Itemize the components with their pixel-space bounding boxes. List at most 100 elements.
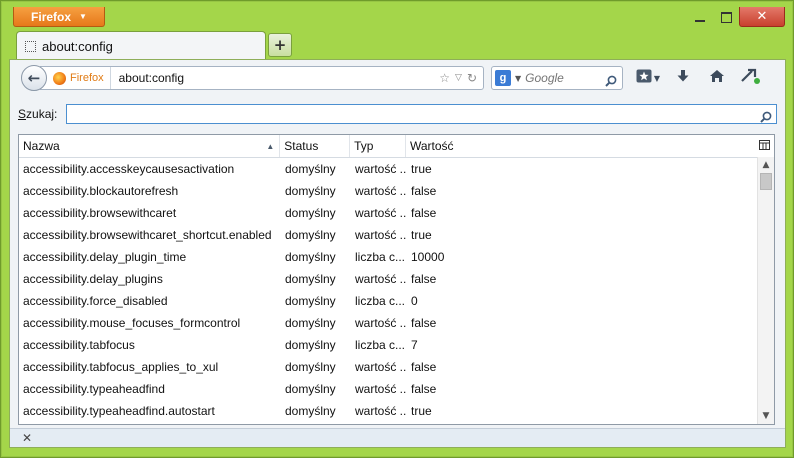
- firefox-menu-button[interactable]: Firefox ▼: [13, 7, 105, 27]
- home-icon: [709, 69, 725, 87]
- maximize-button[interactable]: [713, 7, 739, 27]
- cell-value: false: [411, 184, 437, 198]
- cell-status: domyślny: [285, 382, 336, 396]
- cell-type: wartość ...: [355, 184, 407, 198]
- search-input[interactable]: [525, 71, 596, 85]
- column-header-type[interactable]: Typ: [350, 135, 406, 157]
- cell-status: domyślny: [285, 228, 336, 242]
- filter-field[interactable]: [66, 104, 777, 127]
- home-button[interactable]: [700, 66, 734, 90]
- history-dropdown-icon[interactable]: ▽: [455, 73, 462, 83]
- cell-type: wartość ...: [355, 360, 407, 374]
- table-row[interactable]: accessibility.blockautorefresh domyślny wa…: [19, 180, 774, 202]
- url-text[interactable]: about:config: [111, 71, 440, 85]
- close-icon[interactable]: ✕: [22, 431, 32, 445]
- cell-status: domyślny: [285, 184, 336, 198]
- cell-type: wartość ...: [355, 162, 407, 176]
- table-row[interactable]: accessibility.tabfocus_applies_to_xul dom…: [19, 356, 774, 378]
- cell-value: true: [411, 162, 432, 176]
- vertical-scrollbar[interactable]: ▲ ▼: [757, 157, 774, 424]
- preferences-table[interactable]: Nazwa ▲ Status Typ Wartość accessibility…: [18, 134, 775, 425]
- table-row[interactable]: accessibility.accesskeycausesactivation d…: [19, 158, 774, 180]
- back-button[interactable]: ←: [21, 65, 47, 91]
- table-row[interactable]: accessibility.tabfocus domyślny liczba c..…: [19, 334, 774, 356]
- filter-label: Szukaj:: [18, 107, 58, 121]
- table-row[interactable]: accessibility.delay_plugin_time domyślny l…: [19, 246, 774, 268]
- cell-value: false: [411, 272, 437, 286]
- sort-ascending-icon: ▲: [266, 141, 275, 151]
- magnifier-icon[interactable]: [760, 108, 772, 127]
- cell-value: 0: [411, 294, 418, 308]
- scrollbar-thumb[interactable]: [760, 173, 772, 190]
- minimize-icon: [695, 20, 705, 22]
- chevron-down-icon[interactable]: ▼: [515, 74, 521, 83]
- identity-label: Firefox: [70, 72, 104, 84]
- cell-value: false: [411, 316, 437, 330]
- cell-value: false: [411, 360, 437, 374]
- cell-status: domyślny: [285, 162, 336, 176]
- site-identity[interactable]: Firefox: [41, 67, 111, 89]
- search-bar[interactable]: g ▼: [491, 66, 623, 90]
- reload-icon[interactable]: ↻: [467, 71, 477, 85]
- cell-value: true: [411, 228, 432, 242]
- sync-button[interactable]: [734, 66, 768, 90]
- tab-label: about:config: [42, 38, 113, 54]
- table-row[interactable]: accessibility.typeaheadfind domyślny warto…: [19, 378, 774, 400]
- table-body: accessibility.accesskeycausesactivation d…: [19, 158, 774, 422]
- cell-name: accessibility.blockautorefresh: [23, 184, 179, 198]
- maximize-icon: [720, 11, 732, 23]
- cell-status: domyślny: [285, 250, 336, 264]
- cell-type: wartość ...: [355, 272, 407, 286]
- table-row[interactable]: accessibility.delay_plugins domyślny warto…: [19, 268, 774, 290]
- cell-type: liczba c...: [355, 250, 406, 264]
- cell-type: wartość ...: [355, 382, 407, 396]
- bookmarks-menu-icon: [636, 69, 652, 87]
- column-picker-button[interactable]: [754, 135, 774, 157]
- tab-about-config[interactable]: about:config: [16, 31, 266, 60]
- cell-name: accessibility.mouse_focuses_formcontrol: [23, 316, 241, 330]
- scroll-up-icon[interactable]: ▲: [758, 157, 774, 173]
- scroll-down-icon[interactable]: ▼: [758, 408, 774, 424]
- url-bar-icons: ☆ ▽ ↻: [439, 71, 483, 85]
- star-icon[interactable]: ☆: [439, 71, 450, 85]
- cell-status: domyślny: [285, 206, 336, 220]
- minimize-button[interactable]: [687, 7, 713, 27]
- cell-name: accessibility.tabfocus: [23, 338, 135, 352]
- google-icon[interactable]: g: [495, 70, 511, 86]
- table-row[interactable]: accessibility.browsewithcaret_shortcut.e…: [19, 224, 774, 246]
- table-row[interactable]: accessibility.browsewithcaret domyślny war…: [19, 202, 774, 224]
- cell-type: wartość ...: [355, 404, 407, 418]
- cell-type: wartość ...: [355, 228, 407, 242]
- cell-name: accessibility.tabfocus_applies_to_xul: [23, 360, 219, 374]
- column-header-name[interactable]: Nazwa ▲: [19, 135, 281, 157]
- plus-icon: +: [273, 36, 287, 54]
- sync-icon: [740, 67, 762, 89]
- magnifier-icon[interactable]: [605, 72, 617, 87]
- close-window-button[interactable]: ✕: [739, 7, 785, 27]
- chevron-down-icon: ▼: [79, 12, 87, 21]
- table-row[interactable]: accessibility.force_disabled domyślny licz…: [19, 290, 774, 312]
- new-tab-button[interactable]: +: [268, 33, 292, 57]
- cell-name: accessibility.typeaheadfind: [23, 382, 165, 396]
- table-row[interactable]: accessibility.mouse_focuses_formcontrol d…: [19, 312, 774, 334]
- cell-name: accessibility.accesskeycausesactivation: [23, 162, 235, 176]
- cell-type: liczba c...: [355, 338, 406, 352]
- url-bar[interactable]: Firefox about:config ☆ ▽ ↻: [40, 66, 484, 90]
- browser-content-frame: Firefox about:config ☆ ▽ ↻ ← g ▼ Google …: [9, 59, 786, 448]
- table-row[interactable]: accessibility.typeaheadfind.autostart dom…: [19, 400, 774, 422]
- cell-name: accessibility.delay_plugins: [23, 272, 163, 286]
- cell-status: domyślny: [285, 272, 336, 286]
- window-controls: ✕: [687, 7, 785, 27]
- cell-status: domyślny: [285, 338, 336, 352]
- cell-status: domyślny: [285, 316, 336, 330]
- filter-input[interactable]: [67, 107, 755, 125]
- column-header-value[interactable]: Wartość: [406, 135, 754, 157]
- downloads-button[interactable]: [666, 66, 700, 90]
- bookmarks-menu-button[interactable]: ▼: [630, 66, 666, 90]
- table-header: Nazwa ▲ Status Typ Wartość: [19, 135, 774, 158]
- firefox-logo-icon: [53, 71, 66, 85]
- download-arrow-icon: [676, 69, 690, 87]
- browser-window: Firefox ▼ ✕ about:config + Firefox about…: [0, 0, 794, 458]
- column-header-status[interactable]: Status: [280, 135, 351, 157]
- addon-bar: ✕: [10, 428, 785, 447]
